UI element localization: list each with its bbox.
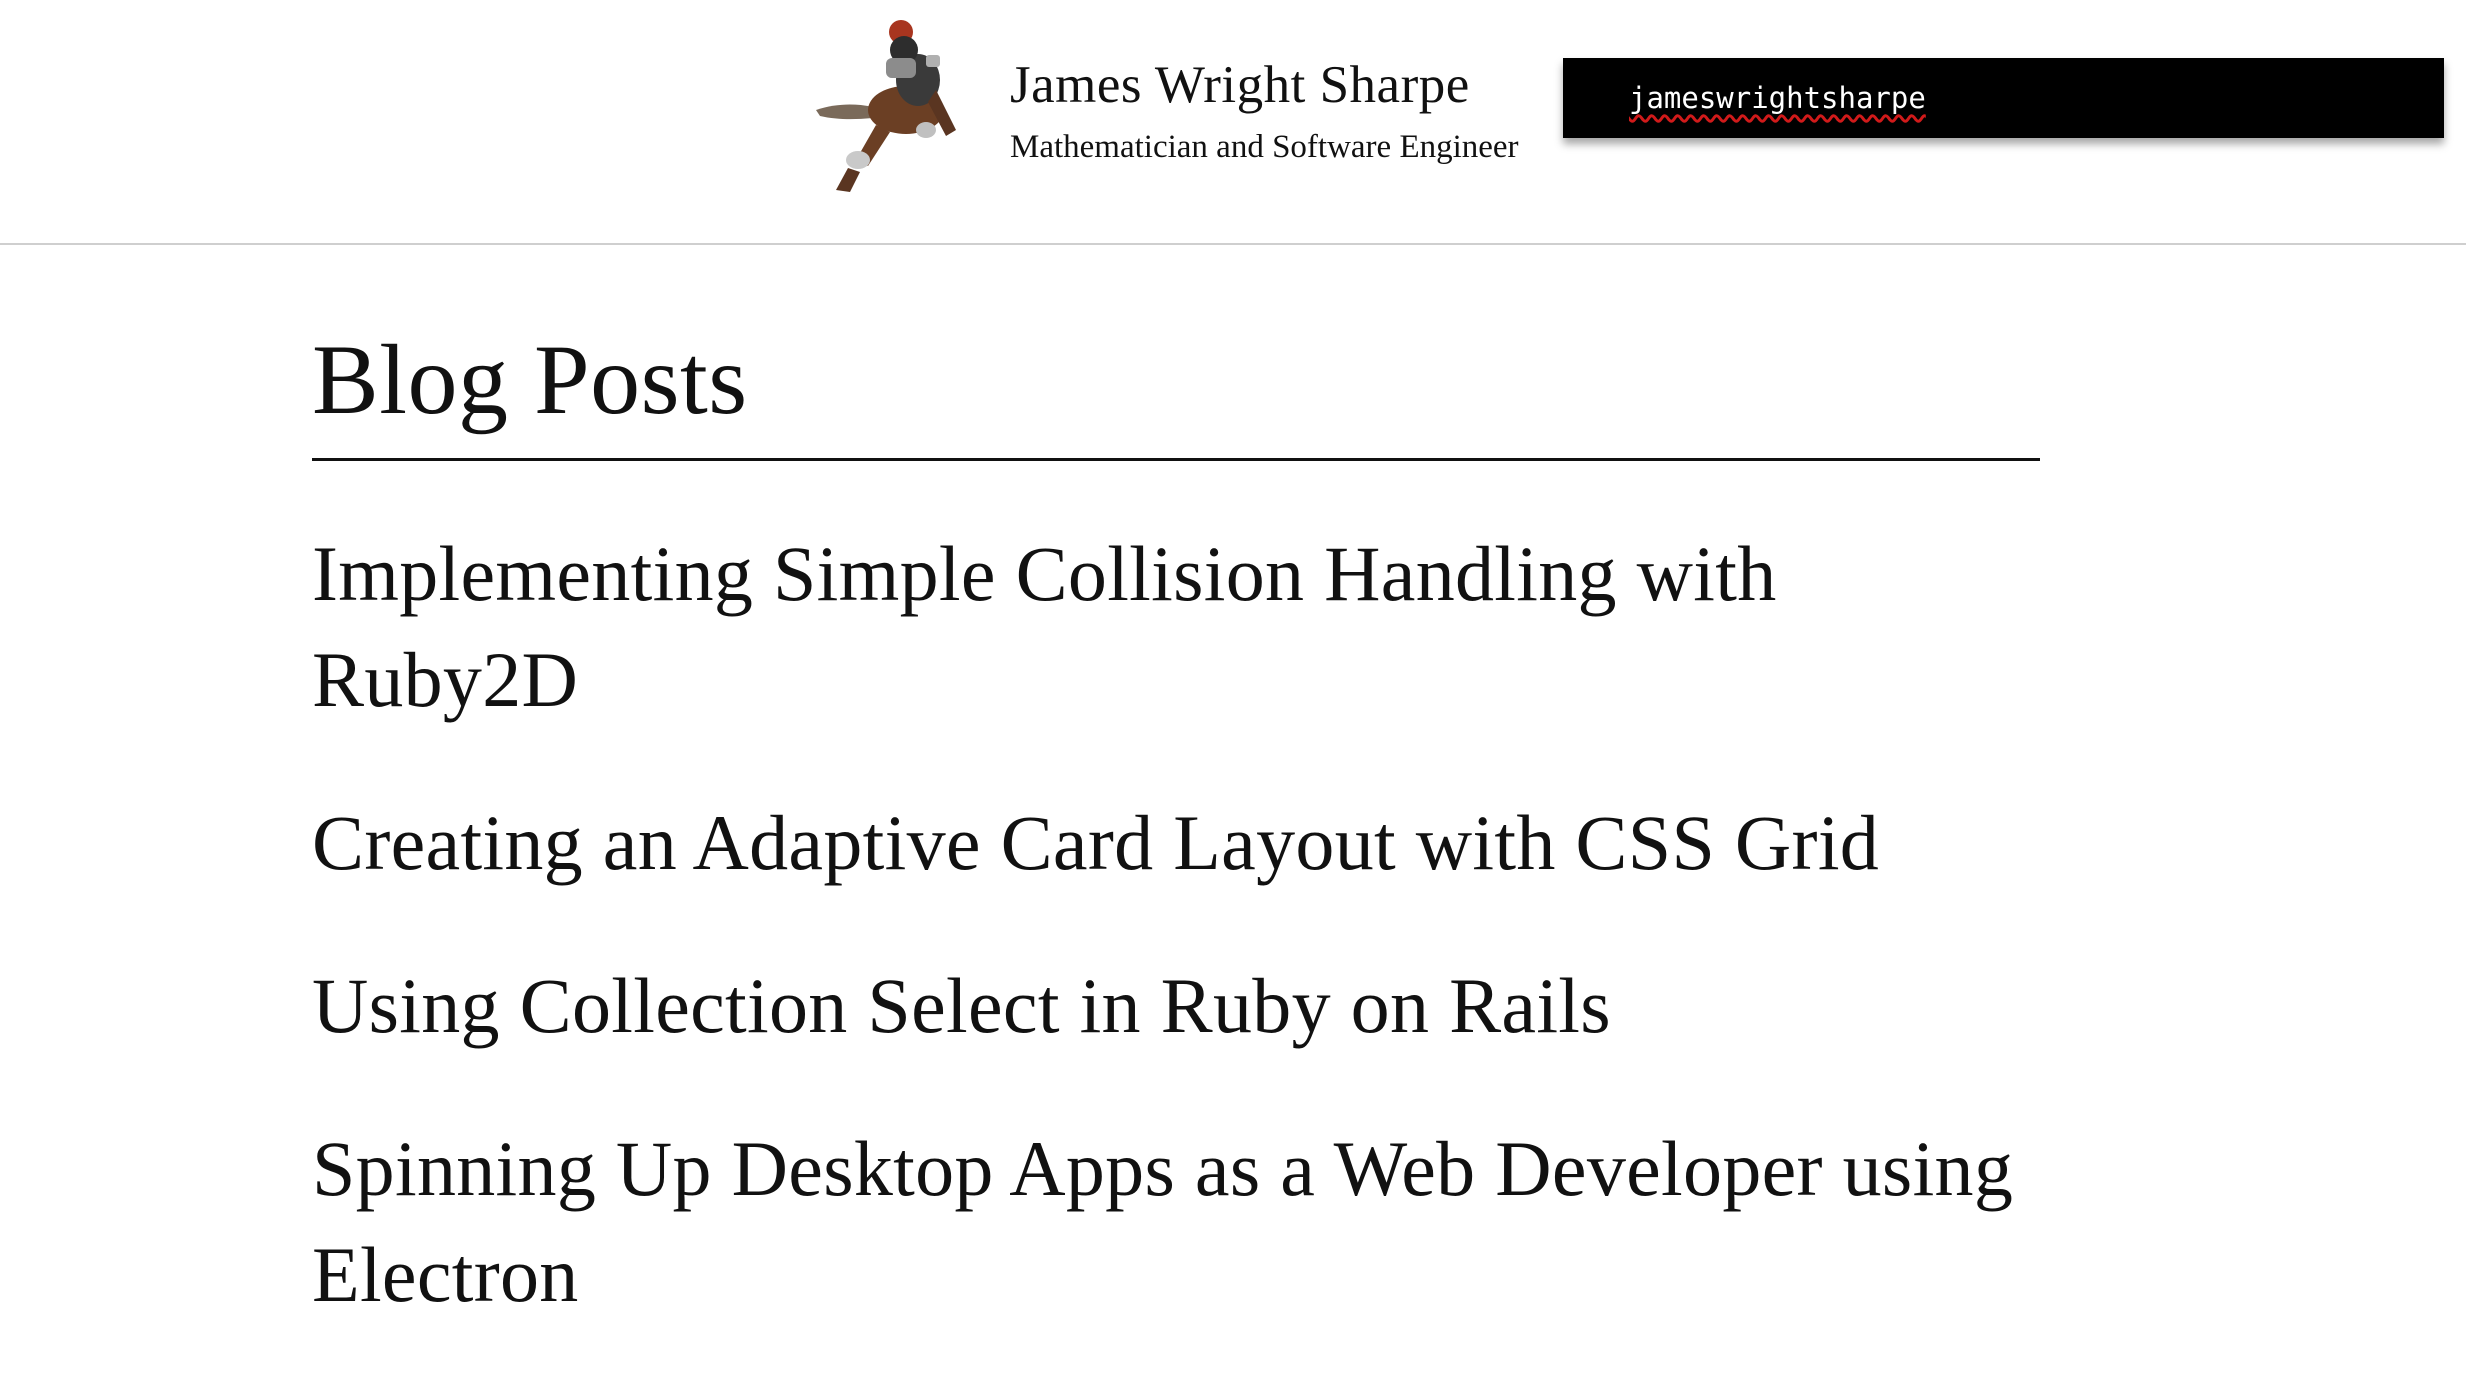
post-link-ruby2d-collision[interactable]: Implementing Simple Collision Handling w… — [312, 521, 2040, 733]
site-header: James Wright Sharpe Mathematician and So… — [0, 0, 2466, 245]
handle-search-box[interactable]: jameswrightsharpe — [1563, 58, 2444, 138]
brand: James Wright Sharpe Mathematician and So… — [806, 10, 1519, 202]
handle-input[interactable]: jameswrightsharpe — [1629, 81, 2329, 115]
avatar[interactable] — [806, 10, 998, 202]
list-item: Using Collection Select in Ruby on Rails — [312, 953, 2040, 1059]
list-item: Implementing Simple Collision Handling w… — [312, 521, 2040, 733]
post-link-css-grid-cards[interactable]: Creating an Adaptive Card Layout with CS… — [312, 790, 2040, 896]
fantasy-warrior-avatar-icon — [806, 10, 998, 202]
post-link-electron-desktop-apps[interactable]: Spinning Up Desktop Apps as a Web Develo… — [312, 1116, 2040, 1328]
brand-text: James Wright Sharpe Mathematician and So… — [1010, 55, 1519, 167]
list-item: Spinning Up Desktop Apps as a Web Develo… — [312, 1116, 2040, 1328]
page-title: Blog Posts — [312, 320, 2040, 461]
site-subtitle: Mathematician and Software Engineer — [1010, 129, 1519, 165]
main-content: Blog Posts Implementing Simple Collision… — [312, 320, 2040, 1385]
list-item: Creating an Adaptive Card Layout with CS… — [312, 790, 2040, 896]
post-link-collection-select[interactable]: Using Collection Select in Ruby on Rails — [312, 953, 2040, 1059]
site-title-link[interactable]: James Wright Sharpe — [1010, 55, 1519, 115]
post-list: Implementing Simple Collision Handling w… — [312, 521, 2040, 1328]
